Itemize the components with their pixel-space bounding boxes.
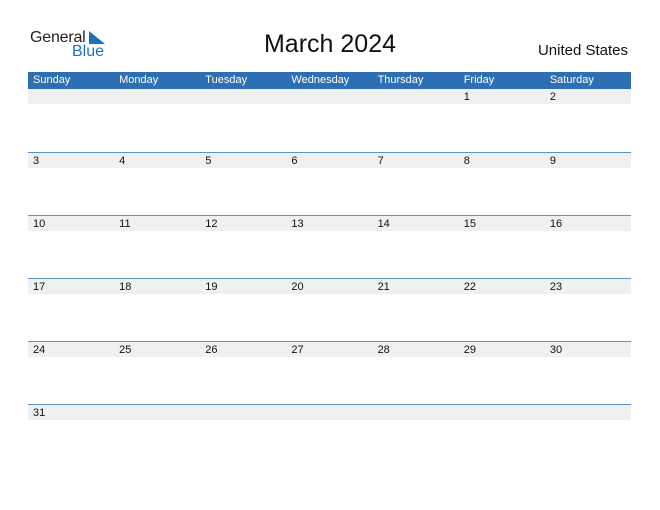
week-row: 17 18 19 20 21 22 23	[28, 278, 631, 341]
day-cell	[114, 405, 200, 420]
day-cell: 16	[549, 218, 563, 230]
date-band: 10 11 12 13 14 15 16	[28, 216, 631, 231]
date-band: 31	[28, 405, 631, 420]
day-cell: 22	[463, 281, 476, 293]
date-band: 3 4 5 6 7 8 9	[28, 153, 631, 168]
weekday-thursday: Thursday	[377, 74, 424, 86]
day-cell: 21	[377, 281, 390, 293]
week-row: 10 11 12 13 14 15 16	[28, 215, 631, 278]
weeks-container: 1 2 3 4 5 6 7 8 9 10 11 12 13 14 15 16 17 18 19 20 21 22 23 24 2…	[28, 89, 631, 467]
day-cell: 25	[119, 344, 132, 356]
day-cell	[373, 405, 459, 420]
weekday-sunday: Sunday	[33, 74, 71, 86]
weekday-saturday: Saturday	[549, 74, 594, 86]
week-row: 3 4 5 6 7 8 9	[28, 152, 631, 215]
day-cell	[28, 89, 114, 104]
day-cell: 11	[119, 218, 131, 230]
day-cell: 26	[205, 344, 218, 356]
week-row: 24 25 26 27 28 29 30	[28, 341, 631, 404]
day-cell	[200, 89, 286, 104]
day-cell: 7	[377, 155, 384, 167]
day-cell: 9	[549, 155, 556, 167]
day-cell	[200, 405, 286, 420]
day-cell	[286, 89, 372, 104]
calendar-grid: Sunday Monday Tuesday Wednesday Thursday…	[28, 72, 631, 467]
date-band: 12	[28, 89, 631, 104]
day-cell: 13	[291, 218, 304, 230]
day-cell: 18	[119, 281, 132, 293]
weekday-header: Sunday Monday Tuesday Wednesday Thursday…	[28, 72, 631, 89]
day-cell: 19	[205, 281, 218, 293]
day-cell: 30	[549, 344, 563, 356]
day-cell: 12	[205, 218, 218, 230]
day-cell: 20	[291, 281, 304, 293]
day-cell: 8	[463, 155, 470, 167]
day-cell: 24	[33, 344, 46, 356]
day-cell: 14	[377, 218, 390, 230]
country-label: United States	[537, 42, 628, 59]
day-cell	[373, 89, 459, 104]
day-cell	[286, 405, 372, 420]
day-cell: 28	[377, 344, 390, 356]
week-row: 31	[28, 404, 631, 467]
day-cell	[545, 405, 631, 420]
day-cell: 4	[119, 155, 126, 167]
day-cell	[459, 405, 545, 420]
day-cell: 27	[291, 344, 304, 356]
weekday-monday: Monday	[119, 74, 159, 86]
day-cell: 1	[463, 91, 470, 103]
day-cell: 6	[291, 155, 298, 167]
day-cell: 23	[549, 281, 563, 293]
day-cell	[114, 89, 200, 104]
week-row: 12	[28, 89, 631, 152]
weekday-friday: Friday	[463, 74, 495, 86]
day-cell: 10	[33, 218, 46, 230]
weekday-wednesday: Wednesday	[291, 74, 350, 86]
day-cell: 17	[33, 281, 46, 293]
day-cell: 5	[205, 155, 212, 167]
day-cell: 15	[463, 218, 476, 230]
day-cell: 31	[33, 407, 46, 419]
weekday-tuesday: Tuesday	[205, 74, 248, 86]
date-band: 24 25 26 27 28 29 30	[28, 342, 631, 357]
day-cell: 29	[463, 344, 476, 356]
date-band: 17 18 19 20 21 22 23	[28, 279, 631, 294]
day-cell: 2	[549, 91, 556, 103]
day-cell: 3	[33, 155, 40, 167]
